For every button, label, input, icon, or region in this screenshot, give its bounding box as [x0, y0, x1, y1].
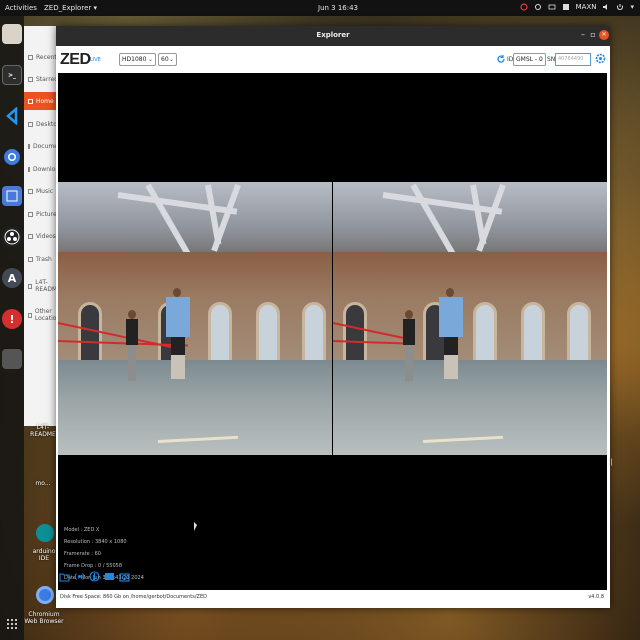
video-icon — [28, 233, 33, 239]
scene-arch — [567, 302, 591, 364]
music-icon — [28, 188, 33, 194]
settings-icon[interactable] — [534, 3, 542, 11]
chevron-down-icon: ⌄ — [537, 56, 543, 63]
stream-icon[interactable] — [104, 571, 115, 582]
clock-icon — [28, 54, 33, 60]
clock[interactable]: Jun 3 16:43 — [318, 4, 358, 12]
chevron-down-icon[interactable]: ▾ — [630, 3, 634, 11]
folder-icon — [28, 121, 33, 127]
scene-wall — [333, 252, 607, 362]
power-icon[interactable] — [616, 3, 624, 11]
resolution-text: Resolution : 3840 x 1080 — [64, 539, 127, 545]
scene-floor — [333, 360, 607, 455]
close-icon[interactable]: ✕ — [599, 30, 609, 40]
arduino-icon[interactable]: A — [2, 268, 22, 288]
resize-handle[interactable]: || — [608, 458, 614, 476]
maximize-icon[interactable]: ▫ — [588, 30, 598, 40]
power-mode-label[interactable]: MAXN — [576, 3, 597, 11]
chevron-down-icon: ⌄ — [147, 56, 153, 63]
desktop-icon-chromium[interactable]: Chromium Web Browser — [24, 611, 64, 625]
video-viewer[interactable]: Model : ZED X Resolution : 3840 x 1080 F… — [58, 73, 607, 590]
download-icon — [28, 166, 30, 172]
folder-icon — [28, 143, 30, 149]
scene-arch — [208, 302, 232, 364]
scene-arch — [521, 302, 545, 364]
volume-icon[interactable] — [602, 3, 610, 11]
top-bar: Activities ZED_Explorer ▾ Jun 3 16:43 MA… — [0, 0, 640, 16]
stereo-feed — [58, 182, 607, 455]
framerate-text: Framerate : 60 — [64, 551, 101, 557]
scene-ceiling — [333, 182, 607, 262]
nvidia-icon[interactable] — [520, 3, 528, 11]
scene-arch — [78, 302, 102, 364]
chromium-desktop-icon[interactable] — [36, 586, 54, 604]
disk-status: Disk Free Space: 860 Gb on /home/gerbot/… — [60, 594, 207, 600]
chevron-down-icon: ⌄ — [168, 56, 174, 63]
record-icon[interactable] — [74, 571, 85, 582]
dock: >_ A ! — [0, 16, 24, 640]
arduino-desktop-icon[interactable] — [36, 524, 54, 542]
resolution-select[interactable]: HD1080 ⌄ — [119, 53, 156, 66]
obs-icon[interactable] — [2, 227, 22, 247]
desktop-icon-mo[interactable]: mo... — [28, 480, 58, 487]
home-icon — [28, 98, 33, 104]
gear-icon[interactable] — [595, 53, 606, 64]
status-bar: Disk Free Space: 860 Gb on /home/gerbot/… — [56, 571, 610, 608]
system-tray[interactable]: MAXN ▾ — [520, 3, 634, 11]
zed-app-icon[interactable] — [2, 349, 22, 369]
depth-icon[interactable] — [89, 571, 100, 582]
title-bar[interactable]: Explorer – ▫ ✕ — [56, 26, 610, 46]
action-icons — [59, 571, 130, 582]
window-title: Explorer — [316, 31, 350, 39]
plus-icon — [28, 312, 32, 318]
snapshot-icon[interactable] — [119, 571, 130, 582]
scene-arch — [473, 302, 497, 364]
vscode-icon[interactable] — [2, 106, 22, 126]
scene-arch — [343, 302, 367, 364]
fps-value: 60 — [161, 56, 169, 63]
power-mode-icon[interactable] — [562, 3, 570, 11]
screenshot-icon[interactable] — [2, 186, 22, 206]
activities-button[interactable]: Activities — [5, 4, 37, 12]
app-menu[interactable]: ZED_Explorer ▾ — [44, 4, 97, 12]
explorer-window: Explorer – ▫ ✕ ZED LIVE HD1080 ⌄ 60 ⌄ ID… — [56, 26, 610, 608]
camera-select[interactable]: GMSL - 0 ⌄ — [513, 53, 546, 66]
picture-icon — [28, 211, 33, 217]
scene-ceiling — [58, 182, 332, 262]
mouse-cursor — [194, 522, 197, 531]
drive-icon — [28, 283, 33, 289]
terminal-icon[interactable]: >_ — [2, 65, 22, 85]
star-icon — [28, 76, 33, 82]
serial-number-input[interactable]: 40764490 — [555, 53, 591, 66]
version-label: v4.0.8 — [588, 594, 604, 600]
files-icon[interactable] — [2, 24, 22, 44]
trash-icon — [28, 256, 33, 262]
network-icon[interactable] — [548, 3, 556, 11]
refresh-icon[interactable] — [496, 54, 506, 64]
model-text: Model : ZED X — [64, 527, 100, 533]
show-apps-icon[interactable] — [2, 614, 22, 634]
desktop-icon-l4t-readme[interactable]: L4T-README — [28, 424, 58, 438]
folder-icon[interactable] — [59, 571, 70, 582]
right-camera-image — [333, 182, 607, 455]
scene-arch — [302, 302, 326, 364]
live-label: LIVE — [90, 57, 101, 63]
toolbar: ZED LIVE HD1080 ⌄ 60 ⌄ ID GMSL - 0 ⌄ SN … — [56, 46, 610, 72]
minimize-icon[interactable]: – — [578, 30, 588, 40]
resolution-value: HD1080 — [122, 56, 147, 63]
alert-icon[interactable]: ! — [2, 309, 22, 329]
chromium-icon[interactable] — [2, 147, 22, 167]
left-camera-image — [58, 182, 332, 455]
fps-select[interactable]: 60 ⌄ — [158, 53, 177, 66]
scene-arch — [256, 302, 280, 364]
zed-logo: ZED — [60, 51, 91, 68]
